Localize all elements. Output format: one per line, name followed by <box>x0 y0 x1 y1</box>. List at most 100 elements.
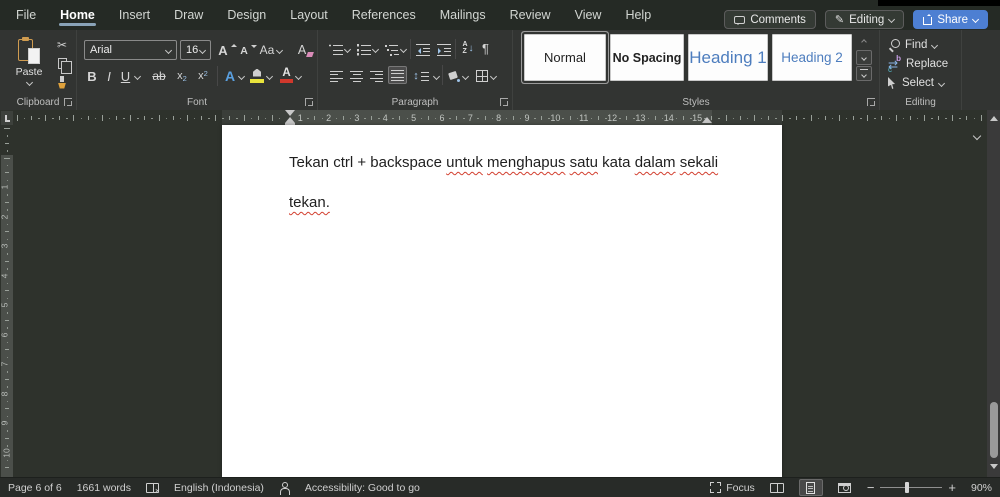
shading-button[interactable] <box>446 67 461 85</box>
misspelled-word[interactable]: satu <box>570 154 598 171</box>
style-card-normal[interactable]: Normal <box>524 34 606 81</box>
collapse-ribbon-button[interactable] <box>972 126 982 144</box>
align-right-button[interactable] <box>368 67 385 85</box>
menu-tab-review[interactable]: Review <box>509 2 552 28</box>
styles-dialog-launcher[interactable] <box>867 98 875 106</box>
menu-tab-view[interactable]: View <box>574 2 603 28</box>
scroll-up-arrow[interactable] <box>989 116 998 121</box>
misspelled-word[interactable]: dalam <box>635 154 676 171</box>
strikethrough-button[interactable]: ab <box>149 67 169 85</box>
menu-tab-home[interactable]: Home <box>59 2 96 28</box>
menu-tab-insert[interactable]: Insert <box>118 2 151 28</box>
font-color-button[interactable]: A <box>279 66 294 84</box>
style-card-no-spacing[interactable]: No Spacing <box>610 34 684 81</box>
align-center-button[interactable] <box>348 67 365 85</box>
superscript-button[interactable]: x2 <box>195 67 211 85</box>
sort-button[interactable]: AZ ↓ <box>459 39 477 57</box>
document-page[interactable]: Tekan ctrl + backspace untuk menghapus s… <box>222 125 782 477</box>
menu-tab-layout[interactable]: Layout <box>289 2 329 28</box>
right-indent-marker[interactable] <box>702 117 712 123</box>
paragraph-dialog-launcher[interactable] <box>500 98 508 106</box>
zoom-out-button[interactable]: − <box>867 481 875 494</box>
clipboard-dialog-launcher[interactable] <box>64 98 72 106</box>
multilevel-list-button[interactable] <box>384 41 399 59</box>
page-count[interactable]: Page 6 of 6 <box>8 482 62 494</box>
style-card-heading-2[interactable]: Heading 2 <box>772 34 852 81</box>
select-button[interactable]: Select <box>888 75 946 91</box>
text-effects-dropdown-icon[interactable] <box>237 72 246 81</box>
show-formatting-button[interactable]: ¶ <box>478 39 493 57</box>
first-line-indent-marker[interactable] <box>285 110 295 116</box>
menu-tab-draw[interactable]: Draw <box>173 2 204 28</box>
document-line[interactable]: tekan. <box>289 183 782 223</box>
bullets-button[interactable] <box>328 41 343 59</box>
justify-button[interactable] <box>388 66 407 84</box>
menu-tab-mailings[interactable]: Mailings <box>439 2 487 28</box>
highlight-dropdown-icon[interactable] <box>265 72 274 81</box>
misspelled-word[interactable]: untuk <box>446 154 483 171</box>
grow-font-button[interactable]: A <box>215 41 237 59</box>
font-family-combo[interactable]: Arial <box>84 40 177 60</box>
line-spacing-dropdown-icon[interactable] <box>432 72 441 81</box>
clear-formatting-button[interactable]: A <box>291 41 313 59</box>
font-color-dropdown-icon[interactable] <box>294 72 303 81</box>
zoom-in-button[interactable]: + <box>948 481 956 494</box>
comments-button[interactable]: Comments <box>724 10 816 29</box>
multilevel-dropdown-icon[interactable] <box>399 45 408 54</box>
italic-button[interactable]: I <box>103 67 115 85</box>
style-card-heading-1[interactable]: Heading 1 <box>688 34 768 81</box>
menu-tab-design[interactable]: Design <box>226 2 267 28</box>
focus-mode-button[interactable]: Focus <box>710 482 755 494</box>
misspelled-word[interactable]: sekali <box>680 154 718 171</box>
word-count[interactable]: 1661 words <box>77 482 131 494</box>
language-indicator[interactable]: English (Indonesia) <box>174 482 264 494</box>
replace-button[interactable]: ⇄ b c Replace <box>888 54 948 74</box>
menu-tab-file[interactable]: File <box>15 2 37 28</box>
document-line[interactable]: Tekan ctrl + backspace untuk menghapus s… <box>289 143 782 183</box>
increase-indent-button[interactable] <box>435 41 452 59</box>
vertical-scrollbar[interactable] <box>987 110 1000 477</box>
underline-button[interactable]: U <box>119 67 132 85</box>
shrink-font-button[interactable]: A <box>237 42 257 60</box>
proofing-errors-icon[interactable] <box>146 482 160 495</box>
text-effects-button[interactable]: A <box>223 67 237 85</box>
menu-tab-help[interactable]: Help <box>624 2 652 28</box>
bold-button[interactable]: B <box>85 67 99 85</box>
zoom-level[interactable]: 90% <box>966 482 992 494</box>
web-layout-button[interactable] <box>833 479 857 496</box>
zoom-slider-handle[interactable] <box>905 481 910 493</box>
subscript-button[interactable]: x2 <box>174 67 190 85</box>
numbering-button[interactable] <box>356 41 371 59</box>
zoom-slider[interactable] <box>880 481 943 493</box>
accessibility-status[interactable]: Accessibility: Good to go <box>305 482 420 494</box>
styles-more-button[interactable] <box>856 66 872 81</box>
font-dialog-launcher[interactable] <box>305 98 313 106</box>
share-button[interactable]: Share <box>913 10 988 29</box>
line-spacing-button[interactable]: ↕ <box>410 67 432 85</box>
shading-dropdown-icon[interactable] <box>461 72 470 81</box>
font-size-combo[interactable]: 16 <box>180 40 211 60</box>
find-button[interactable]: Find <box>888 37 939 53</box>
document-text[interactable]: Tekan ctrl + backspace untuk menghapus s… <box>222 125 782 223</box>
bullets-dropdown-icon[interactable] <box>343 45 352 54</box>
borders-button[interactable] <box>474 67 489 85</box>
read-mode-button[interactable] <box>765 479 789 496</box>
editing-mode-button[interactable]: ✎ Editing <box>824 10 905 29</box>
underline-dropdown-icon[interactable] <box>133 72 142 81</box>
menu-tab-references[interactable]: References <box>351 2 417 28</box>
numbering-dropdown-icon[interactable] <box>371 45 380 54</box>
align-left-button[interactable] <box>328 67 345 85</box>
scroll-down-arrow[interactable] <box>989 464 998 469</box>
scrollbar-thumb[interactable] <box>989 402 998 458</box>
change-case-button[interactable]: Aa <box>257 41 285 59</box>
highlight-color-button[interactable] <box>249 66 265 84</box>
format-painter-button[interactable] <box>52 74 72 91</box>
styles-scroll-down-button[interactable] <box>856 50 872 65</box>
print-layout-button[interactable] <box>798 479 823 496</box>
styles-scroll-up-button[interactable] <box>856 34 872 49</box>
misspelled-word[interactable]: menghapus <box>487 154 565 171</box>
tab-stop-selector[interactable] <box>1 111 13 125</box>
borders-dropdown-icon[interactable] <box>489 72 498 81</box>
cut-button[interactable]: ✂ <box>52 36 72 53</box>
misspelled-word[interactable]: tekan. <box>289 194 330 211</box>
